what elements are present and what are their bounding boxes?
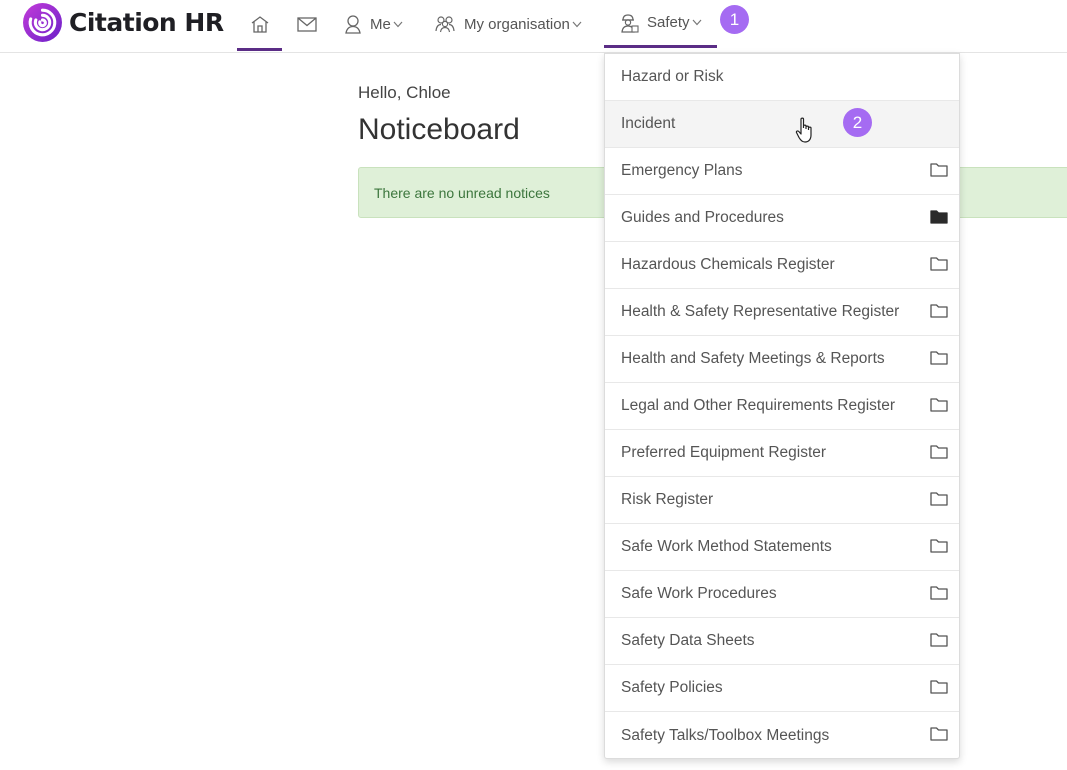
envelope-icon	[297, 16, 317, 32]
nav-safety-label: Safety	[647, 14, 690, 31]
spiral-logo-icon	[23, 2, 62, 42]
folder-icon[interactable]	[930, 632, 948, 647]
nav-safety[interactable]: Safety	[604, 0, 717, 48]
safety-menu-item-label: Safety Talks/Toolbox Meetings	[621, 726, 830, 744]
step-badge-2: 2	[843, 108, 872, 137]
folder-icon[interactable]	[930, 397, 948, 412]
folder-icon[interactable]	[930, 538, 948, 553]
safety-menu-item[interactable]: Safety Data Sheets	[605, 618, 959, 665]
chevron-down-icon	[572, 21, 582, 27]
nav-my-organisation-label: My organisation	[464, 15, 570, 33]
safety-menu-item[interactable]: Hazardous Chemicals Register	[605, 242, 959, 289]
safety-menu-item[interactable]: Preferred Equipment Register	[605, 430, 959, 477]
folder-icon[interactable]	[930, 491, 948, 506]
folder-icon[interactable]	[930, 256, 948, 271]
app-name: Citation HR	[69, 7, 224, 37]
safety-dropdown-menu: Hazard or Risk Incident Emergency Plans Gui…	[604, 53, 960, 759]
top-navigation-bar: Citation HR Me My organisation Safety 1	[0, 0, 1067, 53]
folder-icon[interactable]	[930, 726, 948, 741]
citation-hr-logo[interactable]: Citation HR	[22, 2, 224, 42]
chevron-down-icon	[692, 19, 701, 26]
safety-menu-item-label: Health and Safety Meetings & Reports	[621, 350, 885, 367]
nav-me-label: Me	[370, 15, 391, 33]
safety-menu-item[interactable]: Hazard or Risk	[605, 54, 959, 101]
safety-menu-item-label: Safe Work Method Statements	[621, 538, 832, 555]
safety-menu-item-label: Preferred Equipment Register	[621, 444, 827, 461]
folder-icon[interactable]	[930, 350, 948, 365]
safety-menu-item[interactable]: Health & Safety Representative Register	[605, 289, 959, 336]
safety-menu-item-label: Legal and Other Requirements Register	[621, 397, 895, 414]
safety-worker-icon	[621, 13, 639, 33]
safety-menu-item[interactable]: Safe Work Method Statements	[605, 524, 959, 571]
safety-menu-item-label: Hazard or Risk	[621, 68, 724, 85]
safety-menu-item-label: Safe Work Procedures	[621, 585, 777, 602]
folder-icon[interactable]	[930, 444, 948, 459]
safety-menu-item-label: Incident	[621, 115, 676, 132]
page-title: Noticeboard	[358, 113, 520, 146]
safety-menu-item[interactable]: Health and Safety Meetings & Reports	[605, 336, 959, 383]
safety-menu-item[interactable]: Risk Register	[605, 477, 959, 524]
step-badge-1: 1	[720, 5, 749, 34]
nav-me[interactable]: Me	[344, 0, 403, 48]
safety-menu-item-label: Health & Safety Representative Register	[621, 303, 900, 320]
safety-menu-item-label: Risk Register	[621, 491, 714, 508]
hand-cursor-icon	[795, 117, 812, 143]
home-icon	[251, 16, 268, 33]
folder-icon[interactable]	[930, 303, 948, 318]
safety-menu-item[interactable]: Incident	[605, 101, 959, 148]
safety-menu-item-label: Safety Data Sheets	[621, 632, 755, 649]
safety-menu-item-label: Safety Policies	[621, 679, 723, 696]
safety-menu-item[interactable]: Safety Policies	[605, 665, 959, 712]
safety-menu-item[interactable]: Legal and Other Requirements Register	[605, 383, 959, 430]
safety-menu-item[interactable]: Safe Work Procedures	[605, 571, 959, 618]
safety-menu-item-label: Emergency Plans	[621, 162, 743, 179]
people-group-icon	[435, 16, 455, 33]
safety-menu-item[interactable]: Safety Talks/Toolbox Meetings	[605, 712, 959, 758]
user-icon	[345, 15, 361, 34]
safety-menu-item-label: Guides and Procedures	[621, 209, 784, 226]
notice-text: There are no unread notices	[374, 185, 550, 201]
folder-filled-icon[interactable]	[930, 209, 948, 224]
greeting: Hello, Chloe	[358, 83, 451, 102]
folder-icon[interactable]	[930, 162, 948, 177]
chevron-down-icon	[393, 21, 403, 27]
nav-my-organisation[interactable]: My organisation	[434, 0, 582, 48]
folder-icon[interactable]	[930, 679, 948, 694]
nav-home[interactable]	[237, 0, 282, 51]
safety-menu-item[interactable]: Emergency Plans	[605, 148, 959, 195]
folder-icon[interactable]	[930, 585, 948, 600]
nav-messages[interactable]	[297, 0, 317, 48]
safety-menu-item[interactable]: Guides and Procedures	[605, 195, 959, 242]
safety-menu-item-label: Hazardous Chemicals Register	[621, 256, 835, 273]
